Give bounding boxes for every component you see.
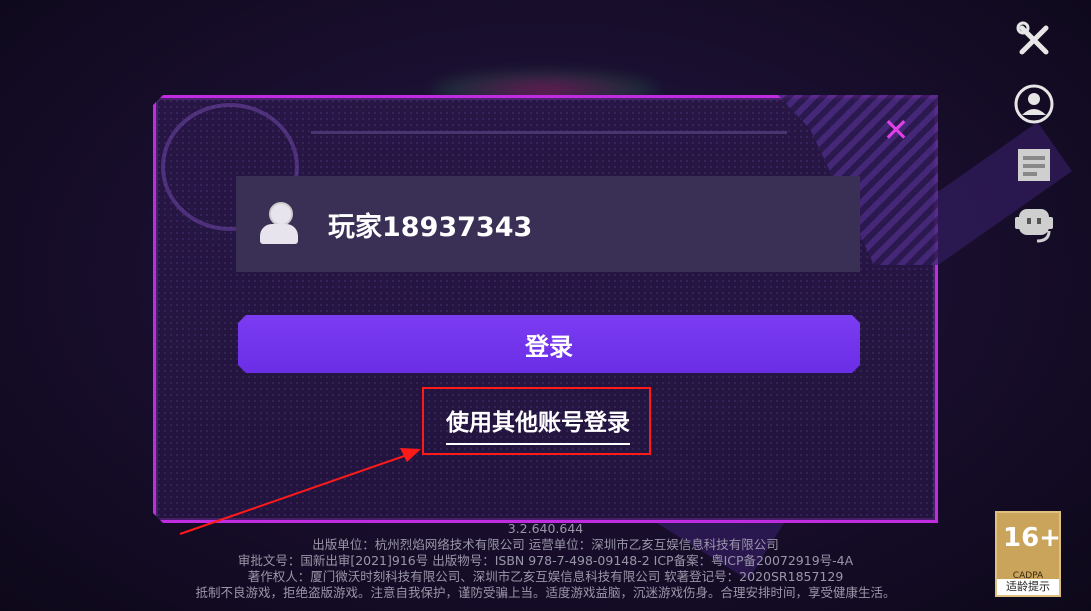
- health-advisory: 抵制不良游戏，拒绝盗版游戏。注意自我保护，谨防受骗上当。适度游戏益脑，沉迷游戏伤…: [195, 585, 896, 600]
- age-tip-label: 适龄提示: [997, 579, 1059, 595]
- notice-icon[interactable]: [1012, 143, 1056, 187]
- customer-service-icon[interactable]: [1012, 202, 1056, 246]
- annotation-arrow: [179, 448, 421, 535]
- version-text: 3.2.640.644: [507, 521, 584, 536]
- publisher-info: 出版单位：杭州烈焰网络技术有限公司 运营单位：深圳市乙亥互娱信息科技有限公司: [312, 537, 779, 552]
- age-rating-badge[interactable]: 16+ CADPA 适龄提示: [995, 511, 1061, 597]
- copyright-info: 著作权人：厦门微沃时刻科技有限公司、深圳市乙亥互娱信息科技有限公司 软著登记号：…: [247, 569, 844, 584]
- approval-info: 审批文号：国新出审[2021]916号 出版物号：ISBN 978-7-498-…: [237, 553, 854, 568]
- age-rating: 16+: [1003, 523, 1061, 553]
- account-icon[interactable]: [1012, 82, 1056, 126]
- tools-icon[interactable]: [1012, 18, 1056, 62]
